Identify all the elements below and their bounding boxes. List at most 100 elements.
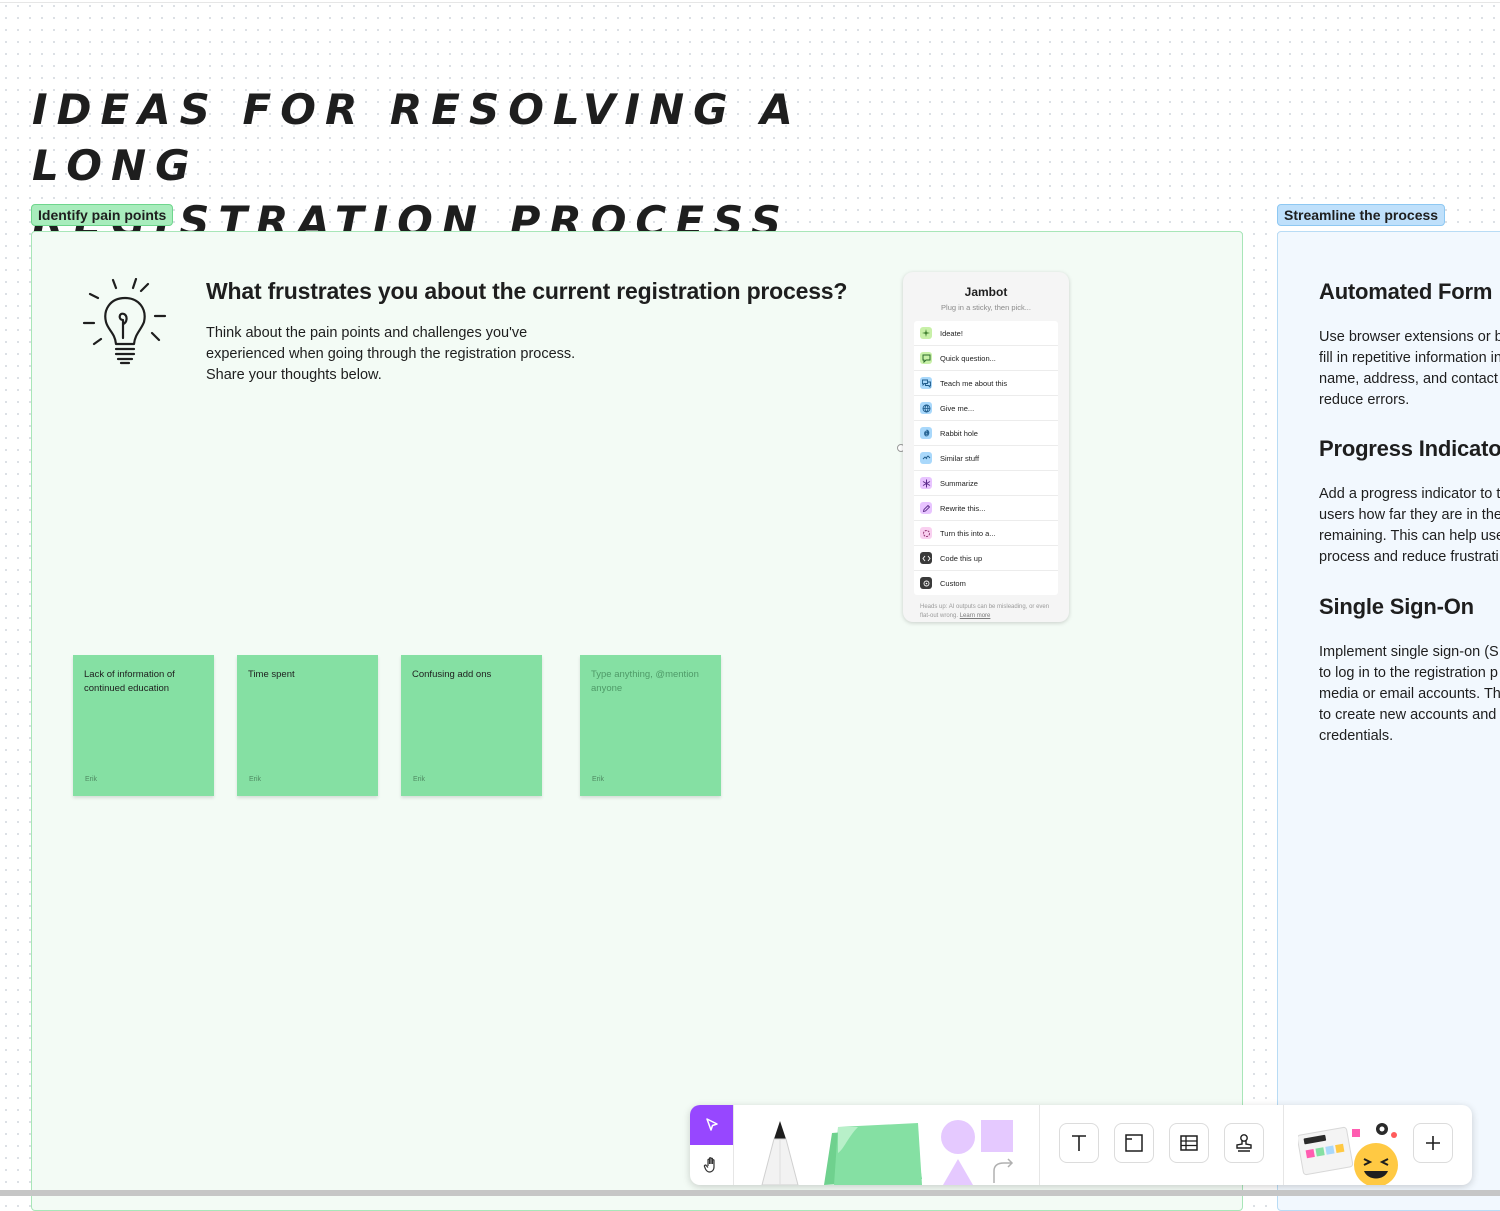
idea-body: Add a progress indicator to t users how … <box>1319 484 1500 568</box>
idea-body-line: Use browser extensions or b <box>1319 329 1500 345</box>
idea-body-line: users how far they are in the <box>1319 507 1500 523</box>
sticky-note-placeholder[interactable]: Type anything, @mention anyone <box>591 668 710 696</box>
stamp-tool-button[interactable] <box>1224 1123 1264 1163</box>
jambot-item-custom[interactable]: Custom <box>914 571 1058 595</box>
idea-body: Implement single sign-on (S to log in to… <box>1319 642 1500 747</box>
stamp-icon <box>1236 1134 1252 1152</box>
jambot-item-label: Teach me about this <box>940 378 1008 388</box>
jambot-item-label: Quick question... <box>940 353 996 363</box>
pen-tool-icon[interactable] <box>756 1119 804 1185</box>
prompt-body[interactable]: Think about the pain points and challeng… <box>206 323 626 386</box>
pencil-icon <box>920 502 932 514</box>
section-tool-button[interactable] <box>1114 1123 1154 1163</box>
sticky-note[interactable]: Lack of information of continued educati… <box>73 655 214 796</box>
canvas-top-edge <box>0 2 1500 3</box>
section-icon <box>1125 1134 1143 1152</box>
jambot-item-quick-question[interactable]: Quick question... <box>914 346 1058 371</box>
idea-body-line: media or email accounts. Th <box>1319 686 1500 702</box>
idea-body-line: Implement single sign-on (S <box>1319 644 1499 660</box>
sticky-note-author: Erik <box>413 776 426 783</box>
link-icon <box>920 452 932 464</box>
shapes-icon[interactable] <box>938 1119 1018 1185</box>
creation-toolbar <box>690 1105 1472 1185</box>
idea-single-sign-on[interactable]: Single Sign-On Implement single sign-on … <box>1319 594 1500 747</box>
jambot-learn-more-link[interactable]: Learn more <box>960 613 991 619</box>
text-tool-button[interactable] <box>1059 1123 1099 1163</box>
custom-icon <box>920 577 932 589</box>
sticky-note[interactable]: Time spent Erik <box>237 655 378 796</box>
toolbar-divider <box>1039 1105 1040 1185</box>
idea-body-line: to log in to the registration p <box>1319 665 1498 681</box>
section-label-streamline[interactable]: Streamline the process <box>1277 204 1446 226</box>
sticky-note-author: Erik <box>592 776 605 783</box>
text-icon <box>1072 1135 1086 1151</box>
idea-title: Automated Form <box>1319 279 1493 304</box>
jambot-item-similar-stuff[interactable]: Similar stuff <box>914 446 1058 471</box>
idea-body-line: reduce errors. <box>1319 392 1410 408</box>
idea-progress-indicator[interactable]: Progress Indicato Add a progress indicat… <box>1319 436 1500 568</box>
idea-body-line: to create new accounts and <box>1319 707 1497 723</box>
prompt-question[interactable]: What frustrates you about the current re… <box>206 278 847 305</box>
sticky-note-text: Confusing add ons <box>412 669 492 680</box>
jambot-widget[interactable]: Jambot Plug in a sticky, then pick... Id… <box>903 272 1069 622</box>
more-tools-button[interactable] <box>1413 1123 1453 1163</box>
jambot-item-label: Similar stuff <box>940 453 980 463</box>
sticky-note-author: Erik <box>85 776 98 783</box>
idea-body-line: process and reduce frustrati <box>1319 549 1499 565</box>
idea-body-line: fill in repetitive information in <box>1319 350 1500 366</box>
idea-body-line: remaining. This can help use <box>1319 528 1500 544</box>
sticky-note[interactable]: Confusing add ons Erik <box>401 655 542 796</box>
prompt-body-line: experienced when going through the regis… <box>206 346 576 362</box>
idea-body-line: Add a progress indicator to t <box>1319 486 1500 502</box>
idea-body: Use browser extensions or b fill in repe… <box>1319 327 1500 411</box>
toolbar-divider <box>1283 1105 1284 1185</box>
asterisk-icon <box>920 477 932 489</box>
jambot-item-label: Summarize <box>940 478 978 488</box>
jambot-item-rabbit-hole[interactable]: Rabbit hole <box>914 421 1058 446</box>
sticky-note-author: Erik <box>249 776 262 783</box>
sticky-note-stack-icon[interactable] <box>818 1119 926 1185</box>
prompt-body-line: Think about the pain points and challeng… <box>206 325 528 341</box>
jambot-subtitle: Plug in a sticky, then pick... <box>941 303 1031 312</box>
chat-bubbles-icon <box>920 377 932 389</box>
idea-body-line: name, address, and contact <box>1319 371 1498 387</box>
table-tool-button[interactable] <box>1169 1123 1209 1163</box>
toolbar-divider <box>733 1105 734 1185</box>
code-icon <box>920 552 932 564</box>
select-tool-button[interactable] <box>690 1105 733 1145</box>
chat-bubble-icon <box>920 352 932 364</box>
jambot-footer: Heads up: AI outputs can be misleading, … <box>920 603 1055 621</box>
idea-automated-form[interactable]: Automated Form Use browser extensions or… <box>1319 279 1500 411</box>
jambot-item-label: Rewrite this... <box>940 503 986 513</box>
refresh-icon <box>920 527 932 539</box>
jambot-item-rewrite[interactable]: Rewrite this... <box>914 496 1058 521</box>
jambot-item-summarize[interactable]: Summarize <box>914 471 1058 496</box>
jambot-menu: Ideate! Quick question... Teach me about… <box>914 321 1058 595</box>
jambot-title: Jambot <box>964 285 1008 299</box>
sparkle-icon <box>920 327 932 339</box>
idea-title: Single Sign-On <box>1319 594 1474 619</box>
table-icon <box>1180 1135 1198 1151</box>
widgets-jambot-icon[interactable] <box>1298 1117 1406 1185</box>
jambot-item-code[interactable]: Code this up <box>914 546 1058 571</box>
jambot-item-label: Ideate! <box>940 328 963 338</box>
jambot-item-label: Custom <box>940 578 966 588</box>
jambot-item-label: Rabbit hole <box>940 428 978 438</box>
jambot-item-turn-into[interactable]: Turn this into a... <box>914 521 1058 546</box>
jambot-item-label: Code this up <box>940 553 983 563</box>
board-title-line-1: Ideas for resolving a long <box>32 85 802 190</box>
jambot-item-teach-me[interactable]: Teach me about this <box>914 371 1058 396</box>
jambot-item-give-me[interactable]: Give me... <box>914 396 1058 421</box>
hand-tool-button[interactable] <box>690 1145 733 1185</box>
idea-title: Progress Indicato <box>1319 436 1500 461</box>
idea-body-line: credentials. <box>1319 728 1394 744</box>
sticky-note-text: Lack of information of continued educati… <box>84 669 175 694</box>
section-label-identify-pain-points[interactable]: Identify pain points <box>31 204 174 226</box>
horizontal-scrollbar[interactable] <box>0 1190 1500 1196</box>
jambot-item-ideate[interactable]: Ideate! <box>914 321 1058 346</box>
sticky-note-empty[interactable]: Type anything, @mention anyone Erik <box>580 655 721 796</box>
jambot-item-label: Turn this into a... <box>940 528 996 538</box>
globe-icon <box>920 402 932 414</box>
prompt-body-line: Share your thoughts below. <box>206 367 382 383</box>
spiral-icon <box>920 427 932 439</box>
